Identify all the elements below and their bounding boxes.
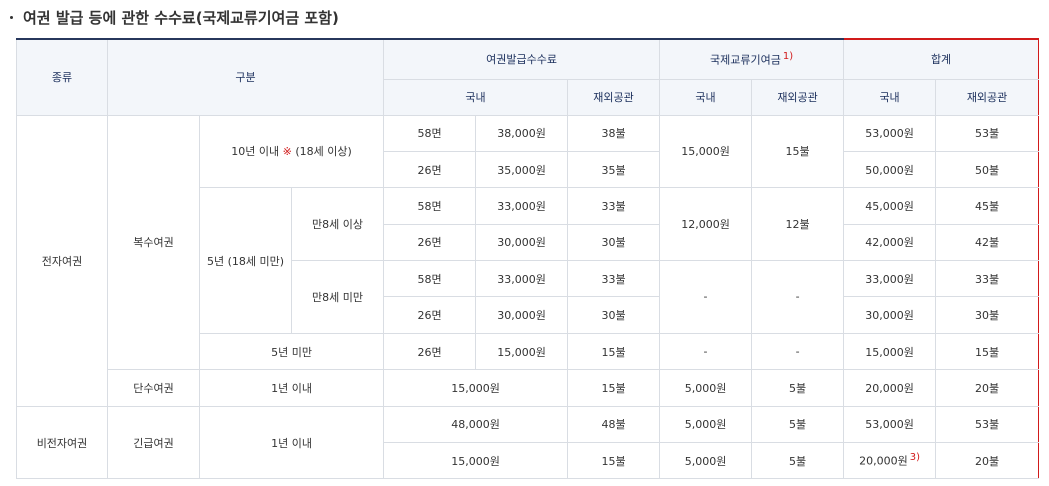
table-row: 비전자여권 긴급여권 1년 이내 48,000원 48불 5,000원 5불 5… [16, 405, 1040, 480]
cell-total-domestic: 53,000원 [843, 114, 937, 152]
section-heading-text: 여권 발급 등에 관한 수수료(국제교류기여금 포함) [23, 8, 339, 27]
cell-issue-domestic: 30,000원 [475, 296, 569, 334]
cell-total-domestic: 33,000원 [843, 260, 937, 298]
header-total-domestic: 국내 [843, 78, 937, 116]
cell-total-overseas: 33불 [935, 260, 1040, 298]
cell-issue-overseas: 38불 [567, 114, 661, 152]
cell-contribution-domestic: - [659, 260, 753, 334]
cell-total-overseas: 30불 [935, 296, 1040, 334]
cell-total-overseas: 53불 [935, 114, 1040, 152]
cell-contribution-domestic: - [659, 332, 753, 371]
footnote-1[interactable]: 1) [783, 51, 793, 62]
cell-total-domestic: 15,000원 [843, 332, 937, 371]
header-contribution: 국제교류기여금 1) [659, 38, 845, 80]
footnote-3[interactable]: 3) [910, 452, 920, 463]
cell-contribution-overseas: 12불 [751, 187, 845, 262]
cell-issue-overseas: 30불 [567, 223, 661, 262]
period-ten-year-prefix: 10년 이내 [231, 145, 283, 159]
header-total-overseas: 재외공관 [935, 78, 1040, 116]
header-kind: 종류 [16, 38, 108, 116]
header-total: 합계 [843, 38, 1040, 80]
table-row: 단수여권 1년 이내 15,000원 15불 5,000원 5불 20,000원… [17, 369, 1040, 407]
type-single: 단수여권 [107, 369, 200, 407]
cell-issue-domestic: 15,000원 [475, 332, 569, 371]
period-within-1-year: 1년 이내 [198, 405, 385, 480]
cell-total-overseas: 45불 [935, 187, 1040, 225]
cell-contribution-domestic: 5,000원 [659, 442, 753, 480]
cell-issue-domestic: 48,000원 [383, 405, 569, 444]
cell-contribution-overseas: 5불 [751, 369, 845, 407]
cell-issue-domestic: 15,000원 [383, 369, 569, 407]
cell-total-domestic: 20,000원 [843, 369, 937, 407]
header-issue-domestic: 국내 [383, 78, 569, 116]
header-issue-overseas: 재외공관 [567, 78, 661, 116]
cell-contribution-domestic: 12,000원 [659, 187, 753, 262]
cell-pages: 58면 [383, 187, 477, 225]
kind-electronic: 전자여권 [16, 114, 108, 407]
header-contribution-overseas: 재외공관 [751, 78, 845, 116]
cell-issue-overseas: 15불 [567, 442, 661, 480]
cell-issue-overseas: 33불 [567, 260, 661, 298]
header-contribution-domestic: 국내 [659, 78, 753, 116]
cell-total-domestic: 30,000원 [843, 296, 937, 334]
table-row: 전자여권 복수여권 10년 이내 ※ (18세 이상) 58면 38,000원 … [16, 114, 1040, 407]
cell-pages: 26면 [383, 332, 477, 371]
cell-total-domestic: 50,000원 [843, 150, 937, 189]
kind-non-electronic: 비전자여권 [16, 405, 108, 480]
age-8-over: 만8세 이상 [290, 187, 385, 262]
cell-pages: 26면 [383, 223, 477, 262]
cell-issue-overseas: 15불 [567, 332, 661, 371]
cell-pages: 26면 [383, 296, 477, 334]
cell-contribution-domestic: 15,000원 [659, 114, 753, 189]
period-five-year-minor: 5년 (18세 미만) [199, 187, 292, 334]
cell-total-overseas: 50불 [935, 150, 1040, 189]
cell-issue-domestic: 33,000원 [475, 187, 569, 225]
cell-issue-overseas: 33불 [567, 187, 661, 225]
cell-total-domestic: 42,000원 [843, 223, 937, 262]
cell-total-overseas: 53불 [935, 405, 1040, 444]
period-under-5: 5년 미만 [198, 332, 385, 371]
type-multiple: 복수여권 [107, 114, 200, 371]
cell-contribution-domestic: 5,000원 [659, 369, 753, 407]
type-emergency: 긴급여권 [107, 405, 200, 480]
asterisk-mark: ※ [282, 145, 292, 159]
cell-contribution-overseas: 5불 [751, 405, 845, 444]
cell-contribution-domestic: 5,000원 [659, 405, 753, 444]
page: 여권 발급 등에 관한 수수료(국제교류기여금 포함) 종류 구분 여권발급수수… [0, 0, 1049, 486]
cell-contribution-overseas: 5불 [751, 442, 845, 480]
cell-issue-overseas: 30불 [567, 296, 661, 334]
cell-pages: 26면 [383, 150, 477, 189]
cell-total-domestic-value: 20,000원 [859, 455, 908, 469]
cell-issue-domestic: 15,000원 [383, 442, 569, 480]
cell-total-overseas: 20불 [935, 369, 1040, 407]
cell-total-domestic: 20,000원 3) [843, 442, 937, 480]
header-contribution-label: 국제교류기여금 [710, 53, 781, 67]
cell-issue-domestic: 35,000원 [475, 150, 569, 189]
cell-contribution-overseas: - [751, 332, 845, 371]
cell-issue-domestic: 33,000원 [475, 260, 569, 298]
period-ten-year: 10년 이내 ※ (18세 이상) [198, 114, 385, 189]
cell-contribution-overseas: 15불 [751, 114, 845, 189]
cell-issue-overseas: 15불 [567, 369, 661, 407]
cell-total-overseas: 42불 [935, 223, 1040, 262]
cell-total-domestic: 45,000원 [843, 187, 937, 225]
cell-pages: 58면 [383, 114, 477, 152]
cell-total-overseas: 20불 [935, 442, 1040, 480]
cell-issue-overseas: 48불 [567, 405, 661, 444]
period-within-1-year: 1년 이내 [198, 369, 385, 407]
section-heading: 여권 발급 등에 관한 수수료(국제교류기여금 포함) [10, 6, 339, 28]
header-issue-fee: 여권발급수수료 [383, 38, 661, 80]
cell-issue-domestic: 30,000원 [475, 223, 569, 262]
bullet-icon [10, 15, 13, 19]
age-8-under: 만8세 미만 [290, 260, 385, 334]
cell-total-overseas: 15불 [935, 332, 1040, 371]
cell-contribution-overseas: - [751, 260, 845, 334]
header-category: 구분 [106, 38, 385, 116]
cell-issue-domestic: 38,000원 [475, 114, 569, 152]
cell-pages: 58면 [383, 260, 477, 298]
cell-issue-overseas: 35불 [567, 150, 661, 189]
cell-total-domestic: 53,000원 [843, 405, 937, 444]
fee-table: 종류 구분 여권발급수수료 국제교류기여금 1) 합계 국내 재외공관 국내 재외… [16, 38, 1040, 480]
period-ten-year-suffix: (18세 이상) [291, 145, 352, 159]
